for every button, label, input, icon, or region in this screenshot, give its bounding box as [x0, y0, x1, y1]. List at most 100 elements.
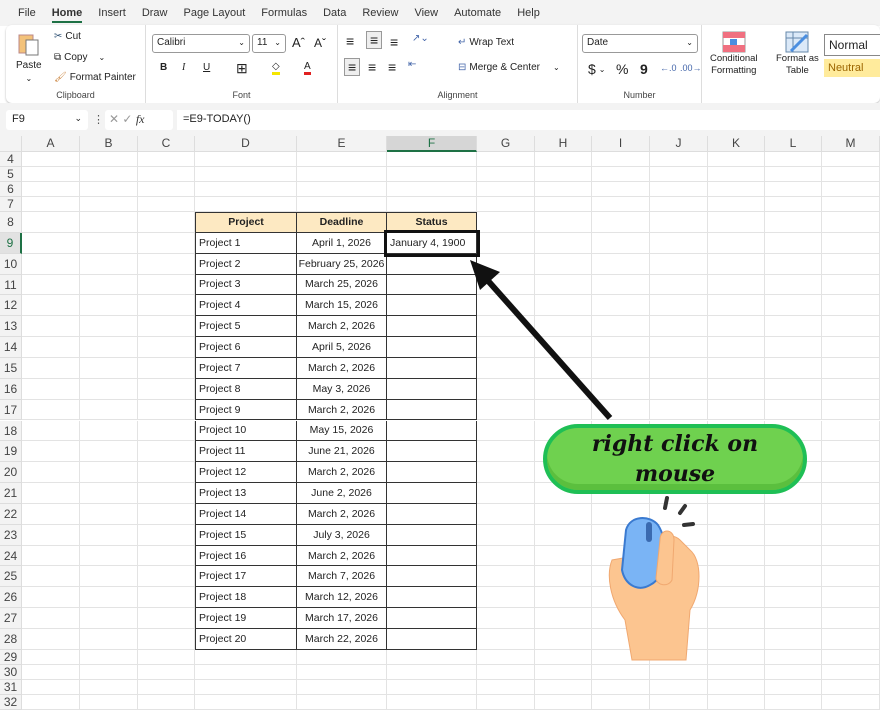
- indent-icon[interactable]: ⇤: [408, 59, 416, 70]
- name-box[interactable]: F9 ⌄: [6, 110, 88, 130]
- cell-A18[interactable]: [22, 420, 80, 442]
- cell-B9[interactable]: [80, 232, 138, 254]
- cell-I29[interactable]: [592, 649, 650, 665]
- enter-icon[interactable]: ✓: [122, 112, 132, 126]
- cell-F32[interactable]: [387, 694, 477, 710]
- row-header-18[interactable]: 18: [0, 420, 22, 442]
- row-header-26[interactable]: 26: [0, 587, 22, 609]
- cell-L7[interactable]: [765, 197, 822, 212]
- cell-K9[interactable]: [708, 232, 765, 254]
- cell-I23[interactable]: [592, 524, 650, 546]
- cell-G6[interactable]: [477, 182, 535, 197]
- cell-C20[interactable]: [138, 462, 195, 484]
- cell-J31[interactable]: [650, 679, 708, 695]
- cell-F4[interactable]: [387, 152, 477, 167]
- cell-H22[interactable]: [535, 503, 592, 525]
- cell-B13[interactable]: [80, 316, 138, 338]
- cell-C11[interactable]: [138, 274, 195, 296]
- cell-A14[interactable]: [22, 337, 80, 358]
- cell-L28[interactable]: [765, 629, 822, 650]
- cell-A15[interactable]: [22, 357, 80, 379]
- cell-A11[interactable]: [22, 274, 80, 296]
- tab-data[interactable]: Data: [323, 7, 346, 19]
- cell-F28[interactable]: [387, 629, 477, 650]
- row-header-7[interactable]: 7: [0, 197, 22, 212]
- cell-H4[interactable]: [535, 152, 592, 167]
- row-header-16[interactable]: 16: [0, 378, 22, 400]
- cell-J30[interactable]: [650, 664, 708, 680]
- cell-M15[interactable]: [822, 357, 880, 379]
- cell-G8[interactable]: [477, 212, 535, 233]
- cell-G9[interactable]: [477, 232, 535, 254]
- column-header-B[interactable]: B: [80, 136, 138, 152]
- cell-C28[interactable]: [138, 629, 195, 650]
- cell-F31[interactable]: [387, 679, 477, 695]
- column-header-J[interactable]: J: [650, 136, 708, 152]
- cell-J16[interactable]: [650, 378, 708, 400]
- cell-B4[interactable]: [80, 152, 138, 167]
- cell-E6[interactable]: [297, 182, 387, 197]
- cell-M32[interactable]: [822, 694, 880, 710]
- row-header-14[interactable]: 14: [0, 337, 22, 358]
- cell-M12[interactable]: [822, 295, 880, 317]
- row-header-10[interactable]: 10: [0, 253, 22, 275]
- cell-A20[interactable]: [22, 462, 80, 484]
- cell-I31[interactable]: [592, 679, 650, 695]
- cell-D12[interactable]: Project 4: [195, 295, 297, 317]
- select-all-button[interactable]: [0, 136, 22, 152]
- cell-K17[interactable]: [708, 399, 765, 421]
- cell-M28[interactable]: [822, 629, 880, 650]
- cell-D14[interactable]: Project 6: [195, 337, 297, 358]
- cell-H11[interactable]: [535, 274, 592, 296]
- cell-J11[interactable]: [650, 274, 708, 296]
- cell-H13[interactable]: [535, 316, 592, 338]
- cell-B26[interactable]: [80, 587, 138, 609]
- tab-automate[interactable]: Automate: [454, 7, 501, 19]
- cell-B25[interactable]: [80, 566, 138, 588]
- cell-L5[interactable]: [765, 167, 822, 182]
- cell-C9[interactable]: [138, 232, 195, 254]
- cell-I11[interactable]: [592, 274, 650, 296]
- cell-M20[interactable]: [822, 462, 880, 484]
- increase-font-icon[interactable]: Aˆ: [292, 35, 305, 50]
- cell-C30[interactable]: [138, 664, 195, 680]
- cell-H16[interactable]: [535, 378, 592, 400]
- cell-C15[interactable]: [138, 357, 195, 379]
- cell-J32[interactable]: [650, 694, 708, 710]
- format-as-table-button[interactable]: Format as Table: [776, 31, 819, 77]
- cell-G14[interactable]: [477, 337, 535, 358]
- cell-C14[interactable]: [138, 337, 195, 358]
- cell-H14[interactable]: [535, 337, 592, 358]
- cell-C18[interactable]: [138, 420, 195, 442]
- cell-I13[interactable]: [592, 316, 650, 338]
- cell-E9[interactable]: April 1, 2026: [297, 232, 387, 254]
- cell-H15[interactable]: [535, 357, 592, 379]
- cell-B19[interactable]: [80, 441, 138, 463]
- cell-E31[interactable]: [297, 679, 387, 695]
- cell-L14[interactable]: [765, 337, 822, 358]
- cell-D8[interactable]: Project: [195, 212, 297, 233]
- cell-K11[interactable]: [708, 274, 765, 296]
- tab-formulas[interactable]: Formulas: [261, 7, 307, 19]
- cell-E12[interactable]: March 15, 2026: [297, 295, 387, 317]
- column-header-H[interactable]: H: [535, 136, 592, 152]
- cell-F17[interactable]: [387, 399, 477, 421]
- cell-E19[interactable]: June 21, 2026: [297, 441, 387, 463]
- cell-C7[interactable]: [138, 197, 195, 212]
- font-name-select[interactable]: Calibri ⌄: [152, 34, 250, 53]
- cell-F5[interactable]: [387, 167, 477, 182]
- cell-G12[interactable]: [477, 295, 535, 317]
- cell-K13[interactable]: [708, 316, 765, 338]
- bold-button[interactable]: B: [160, 62, 167, 73]
- cell-J15[interactable]: [650, 357, 708, 379]
- cell-M16[interactable]: [822, 378, 880, 400]
- cell-M9[interactable]: [822, 232, 880, 254]
- cell-L13[interactable]: [765, 316, 822, 338]
- cell-K32[interactable]: [708, 694, 765, 710]
- row-header-32[interactable]: 32: [0, 694, 22, 710]
- cell-A12[interactable]: [22, 295, 80, 317]
- cell-C25[interactable]: [138, 566, 195, 588]
- cell-F9[interactable]: January 4, 1900: [387, 232, 477, 254]
- cell-I27[interactable]: [592, 608, 650, 629]
- cell-E15[interactable]: March 2, 2026: [297, 357, 387, 379]
